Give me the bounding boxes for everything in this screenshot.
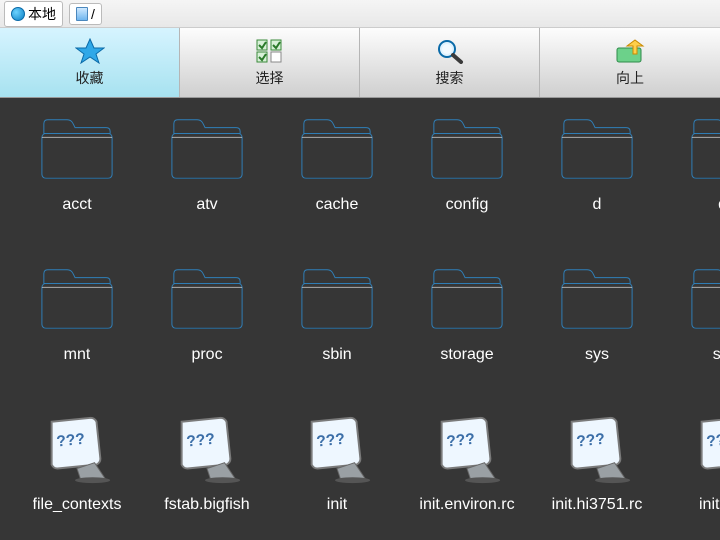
folder-item[interactable]: proc <box>142 258 272 408</box>
toolbar: 收藏 选择 搜索 向上 <box>0 28 720 98</box>
file-unknown-icon <box>38 414 116 486</box>
item-label: init.hi3751.rc <box>552 496 643 514</box>
folder-icon <box>428 114 506 186</box>
item-label: proc <box>191 346 222 364</box>
item-label: storage <box>440 346 493 364</box>
toolbar-select-label: 选择 <box>256 68 284 88</box>
toolbar-up-label: 向上 <box>616 68 644 88</box>
item-label: init.environ.rc <box>419 496 514 514</box>
folder-item[interactable]: acct <box>12 108 142 258</box>
toolbar-favorite[interactable]: 收藏 <box>0 28 180 97</box>
folder-icon <box>38 114 116 186</box>
file-grid: acct atv cache config d da mnt proc sbin storage s… <box>0 108 720 540</box>
folder-item[interactable]: atv <box>142 108 272 258</box>
item-label: acct <box>62 196 91 214</box>
up-folder-icon <box>615 38 645 64</box>
file-unknown-icon <box>168 414 246 486</box>
folder-icon <box>298 264 376 336</box>
file-unknown-icon <box>558 414 636 486</box>
file-item[interactable]: fstab.bigfish <box>142 408 272 540</box>
item-label: sys <box>585 346 609 364</box>
path-chip[interactable]: / <box>69 3 102 25</box>
folder-item[interactable]: storage <box>402 258 532 408</box>
folder-item[interactable]: cache <box>272 108 402 258</box>
item-label: mnt <box>64 346 91 364</box>
item-label: atv <box>196 196 217 214</box>
item-label: config <box>446 196 489 214</box>
folder-icon <box>558 114 636 186</box>
file-item[interactable]: init <box>272 408 402 540</box>
file-item[interactable]: init.hid.r <box>662 408 720 540</box>
folder-icon <box>168 264 246 336</box>
folder-icon <box>428 264 506 336</box>
folder-icon <box>38 264 116 336</box>
toolbar-search[interactable]: 搜索 <box>360 28 540 97</box>
item-label: file_contexts <box>33 496 122 514</box>
folder-item[interactable]: da <box>662 108 720 258</box>
drive-icon <box>76 7 88 21</box>
item-label: cache <box>316 196 359 214</box>
file-grid-area: acct atv cache config d da mnt proc sbin storage s… <box>0 98 720 540</box>
folder-icon <box>298 114 376 186</box>
folder-item[interactable]: sys <box>532 258 662 408</box>
item-label: init.hid.r <box>699 496 720 514</box>
path-text: / <box>91 6 95 22</box>
select-icon <box>255 38 285 64</box>
address-bar: 本地 / <box>0 0 720 28</box>
item-label: init <box>327 496 347 514</box>
folder-icon <box>688 264 720 336</box>
file-item[interactable]: file_contexts <box>12 408 142 540</box>
file-item[interactable]: init.environ.rc <box>402 408 532 540</box>
folder-item[interactable]: d <box>532 108 662 258</box>
file-unknown-icon <box>428 414 506 486</box>
folder-item[interactable]: config <box>402 108 532 258</box>
location-local-label: 本地 <box>28 4 56 24</box>
item-label: syst <box>713 346 720 364</box>
folder-icon <box>168 114 246 186</box>
star-icon <box>75 38 105 64</box>
toolbar-favorite-label: 收藏 <box>76 68 104 88</box>
folder-icon <box>558 264 636 336</box>
item-label: fstab.bigfish <box>164 496 249 514</box>
local-disk-icon <box>11 7 25 21</box>
toolbar-search-label: 搜索 <box>436 68 464 88</box>
file-unknown-icon <box>688 414 720 486</box>
item-label: d <box>593 196 602 214</box>
search-icon <box>435 38 465 64</box>
file-unknown-icon <box>298 414 376 486</box>
folder-item[interactable]: mnt <box>12 258 142 408</box>
folder-icon <box>688 114 720 186</box>
file-item[interactable]: init.hi3751.rc <box>532 408 662 540</box>
item-label: sbin <box>322 346 351 364</box>
toolbar-up[interactable]: 向上 <box>540 28 720 97</box>
folder-item[interactable]: syst <box>662 258 720 408</box>
toolbar-select[interactable]: 选择 <box>180 28 360 97</box>
folder-item[interactable]: sbin <box>272 258 402 408</box>
location-local-chip[interactable]: 本地 <box>4 1 63 27</box>
